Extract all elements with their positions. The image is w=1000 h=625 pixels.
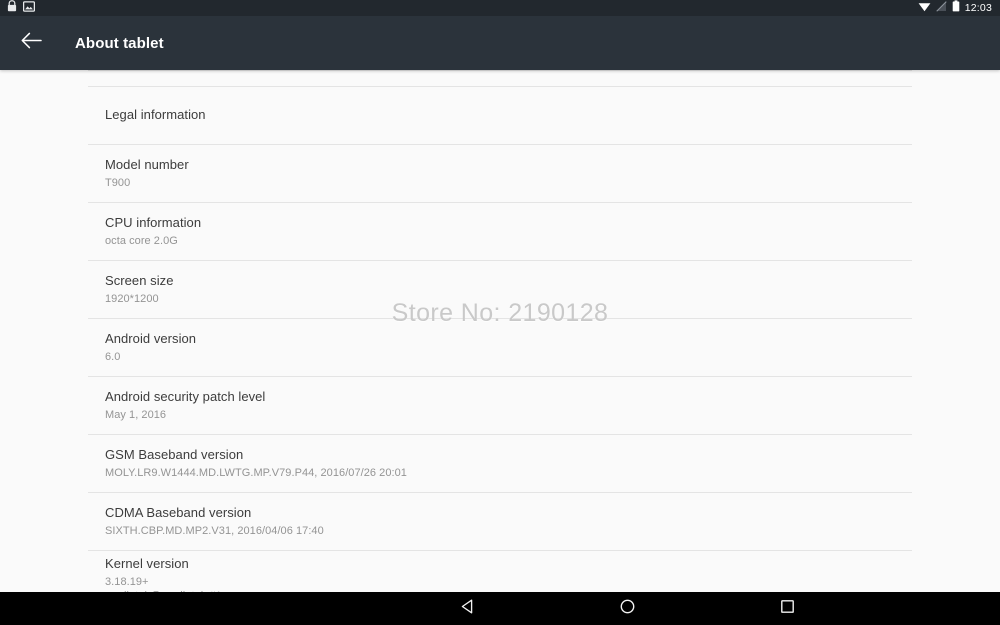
battery-icon	[952, 0, 960, 17]
list-item-android-version[interactable]: Android version 6.0	[0, 318, 1000, 376]
list-divider	[88, 376, 912, 377]
list-item-title: Android security patch level	[105, 388, 266, 404]
status-bar-clock: 12:03	[964, 2, 992, 14]
navigation-bar	[0, 592, 1000, 625]
screenshot-icon	[22, 0, 36, 17]
list-divider	[88, 492, 912, 493]
list-item-title: Android version	[105, 330, 197, 346]
list-item-screen-size[interactable]: Screen size 1920*1200	[0, 260, 1000, 318]
list-item-cdma-baseband-version[interactable]: CDMA Baseband version SIXTH.CBP.MD.MP2.V…	[0, 492, 1000, 550]
android-about-tablet-screen: 12:03 About tablet Legal information Mod…	[0, 0, 1000, 625]
nav-back-button[interactable]	[388, 592, 548, 625]
wifi-icon	[918, 0, 931, 17]
lock-icon	[7, 0, 17, 17]
list-item-subtitle: T900	[105, 176, 131, 189]
list-item-subtitle: 6.0	[105, 350, 121, 363]
triangle-left-icon	[459, 598, 476, 620]
signal-off-icon	[936, 0, 947, 17]
list-item-title: Model number	[105, 156, 189, 172]
list-divider	[88, 70, 912, 71]
list-item-subtitle: May 1, 2016	[105, 408, 167, 421]
list-divider	[88, 550, 912, 551]
page-title: About tablet	[75, 34, 164, 52]
circle-icon	[619, 598, 636, 620]
list-divider	[88, 86, 912, 87]
arrow-left-icon	[21, 32, 42, 54]
nav-recents-button[interactable]	[708, 592, 868, 625]
nav-home-button[interactable]	[548, 592, 708, 625]
list-item-subtitle: MOLY.LR9.W1444.MD.LWTG.MP.V79.P44, 2016/…	[105, 466, 407, 479]
square-icon	[779, 598, 796, 620]
list-divider	[88, 144, 912, 145]
list-item-title: CPU information	[105, 214, 202, 230]
list-item-gsm-baseband-version[interactable]: GSM Baseband version MOLY.LR9.W1444.MD.L…	[0, 434, 1000, 492]
settings-list: Legal information Model number T900 CPU …	[0, 70, 1000, 592]
list-divider	[88, 202, 912, 203]
status-bar: 12:03	[0, 0, 1000, 16]
status-bar-left-icons	[0, 0, 36, 17]
list-divider	[88, 260, 912, 261]
app-bar: About tablet	[0, 16, 1000, 70]
list-divider	[88, 318, 912, 319]
list-item-partial-above	[0, 70, 1000, 86]
list-item-title: CDMA Baseband version	[105, 504, 252, 520]
back-button[interactable]	[4, 16, 58, 70]
list-item-android-security-patch-level[interactable]: Android security patch level May 1, 2016	[0, 376, 1000, 434]
status-bar-right-icons: 12:03	[918, 0, 1000, 17]
list-divider	[88, 434, 912, 435]
list-item-title: Screen size	[105, 272, 174, 288]
list-item-legal-information[interactable]: Legal information	[0, 86, 1000, 144]
settings-list-scroll-area[interactable]: Legal information Model number T900 CPU …	[0, 70, 1000, 592]
list-item-title: GSM Baseband version	[105, 446, 244, 462]
list-item-subtitle: 1920*1200	[105, 292, 159, 305]
list-item-subtitle: 3.18.19+	[105, 575, 149, 588]
list-item-title: Legal information	[105, 107, 206, 122]
list-item-subtitle: octa core 2.0G	[105, 234, 178, 247]
list-item-kernel-version[interactable]: Kernel version 3.18.19+ mediatek@mediate…	[0, 550, 1000, 592]
list-item-title: Kernel version	[105, 555, 189, 571]
list-item-model-number[interactable]: Model number T900	[0, 144, 1000, 202]
list-item-subtitle: SIXTH.CBP.MD.MP2.V31, 2016/04/06 17:40	[105, 524, 324, 537]
list-item-cpu-information[interactable]: CPU information octa core 2.0G	[0, 202, 1000, 260]
